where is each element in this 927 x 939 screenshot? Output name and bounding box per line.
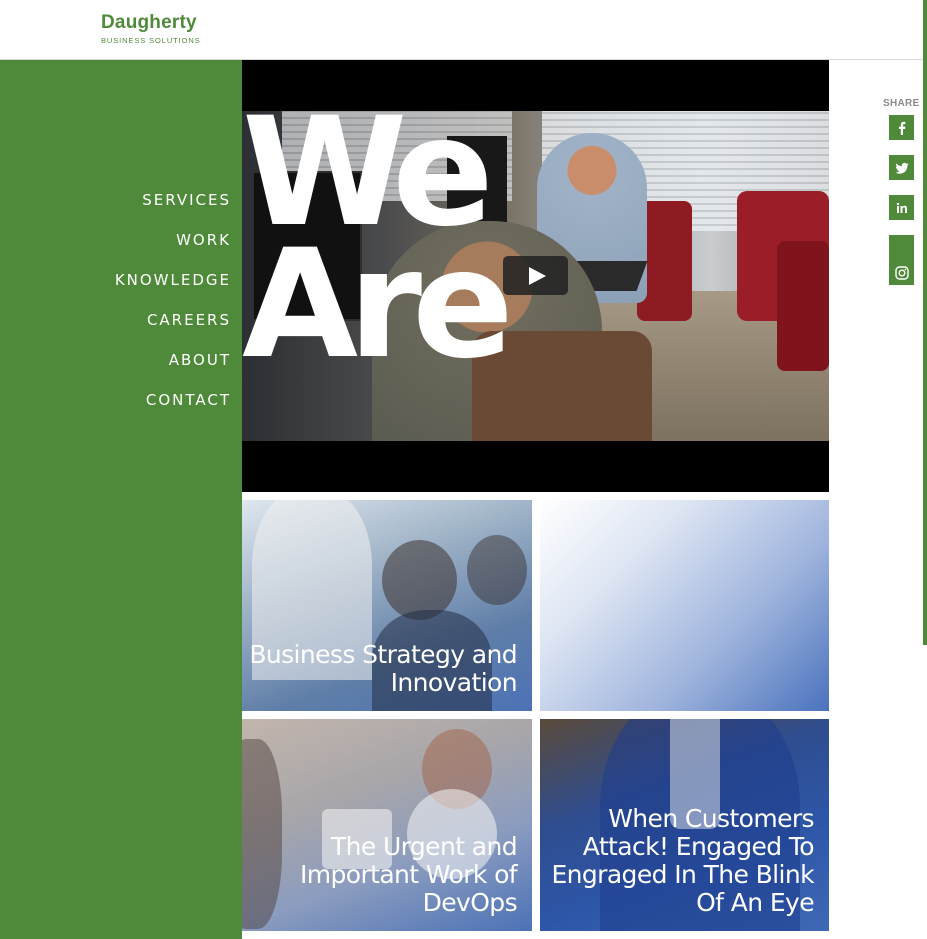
daugherty-logo[interactable]: Daugherty BUSINESS SOLUTIONS [101, 12, 201, 45]
right-accent-rule [923, 0, 927, 645]
twitter-icon-glyph [895, 162, 908, 174]
tile-devops[interactable]: The Urgent and Important Work of DevOps [242, 719, 532, 931]
instagram-icon[interactable] [889, 235, 914, 285]
facebook-icon[interactable] [889, 115, 914, 140]
tile-photo-figure [382, 540, 457, 620]
share-rail: SHARE [883, 98, 920, 285]
facebook-icon-glyph [898, 121, 905, 135]
main-nav: SERVICES WORK KNOWLEDGE CAREERS ABOUT CO… [115, 190, 231, 430]
site-header: Daugherty BUSINESS SOLUTIONS [0, 0, 923, 60]
nav-item-careers[interactable]: CAREERS [115, 310, 231, 350]
share-label: SHARE [883, 98, 920, 109]
nav-item-work[interactable]: WORK [115, 230, 231, 270]
tile-blank-gradient[interactable] [540, 500, 829, 711]
overlay-line-are: Are [242, 218, 514, 392]
sidebar: SERVICES WORK KNOWLEDGE CAREERS ABOUT CO… [0, 60, 242, 939]
tile-title: Business Strategy and Innovation [249, 640, 517, 697]
logo-tagline: BUSINESS SOLUTIONS [101, 36, 201, 45]
hero-video[interactable]: We Are [242, 60, 829, 492]
nav-item-knowledge[interactable]: KNOWLEDGE [115, 270, 231, 310]
nav-item-services[interactable]: SERVICES [115, 190, 231, 230]
tile-title: When Customers Attack! Engaged To Engrag… [551, 804, 814, 917]
video-overlay-text: We Are [242, 111, 514, 392]
tile-business-strategy[interactable]: Business Strategy and Innovation [242, 500, 532, 711]
linkedin-icon[interactable] [889, 195, 914, 220]
office-chair [777, 241, 829, 371]
nav-item-about[interactable]: ABOUT [115, 350, 231, 390]
play-icon[interactable] [503, 256, 568, 295]
tile-photo-figure [467, 535, 527, 605]
twitter-icon[interactable] [889, 155, 914, 180]
tile-customers-attack[interactable]: When Customers Attack! Engaged To Engrag… [540, 719, 829, 931]
logo-name: Daugherty [101, 12, 197, 33]
nav-item-contact[interactable]: CONTACT [115, 390, 231, 430]
linkedin-icon-glyph [896, 202, 907, 213]
tile-title: The Urgent and Important Work of DevOps [299, 832, 518, 917]
instagram-icon-glyph [894, 266, 909, 280]
